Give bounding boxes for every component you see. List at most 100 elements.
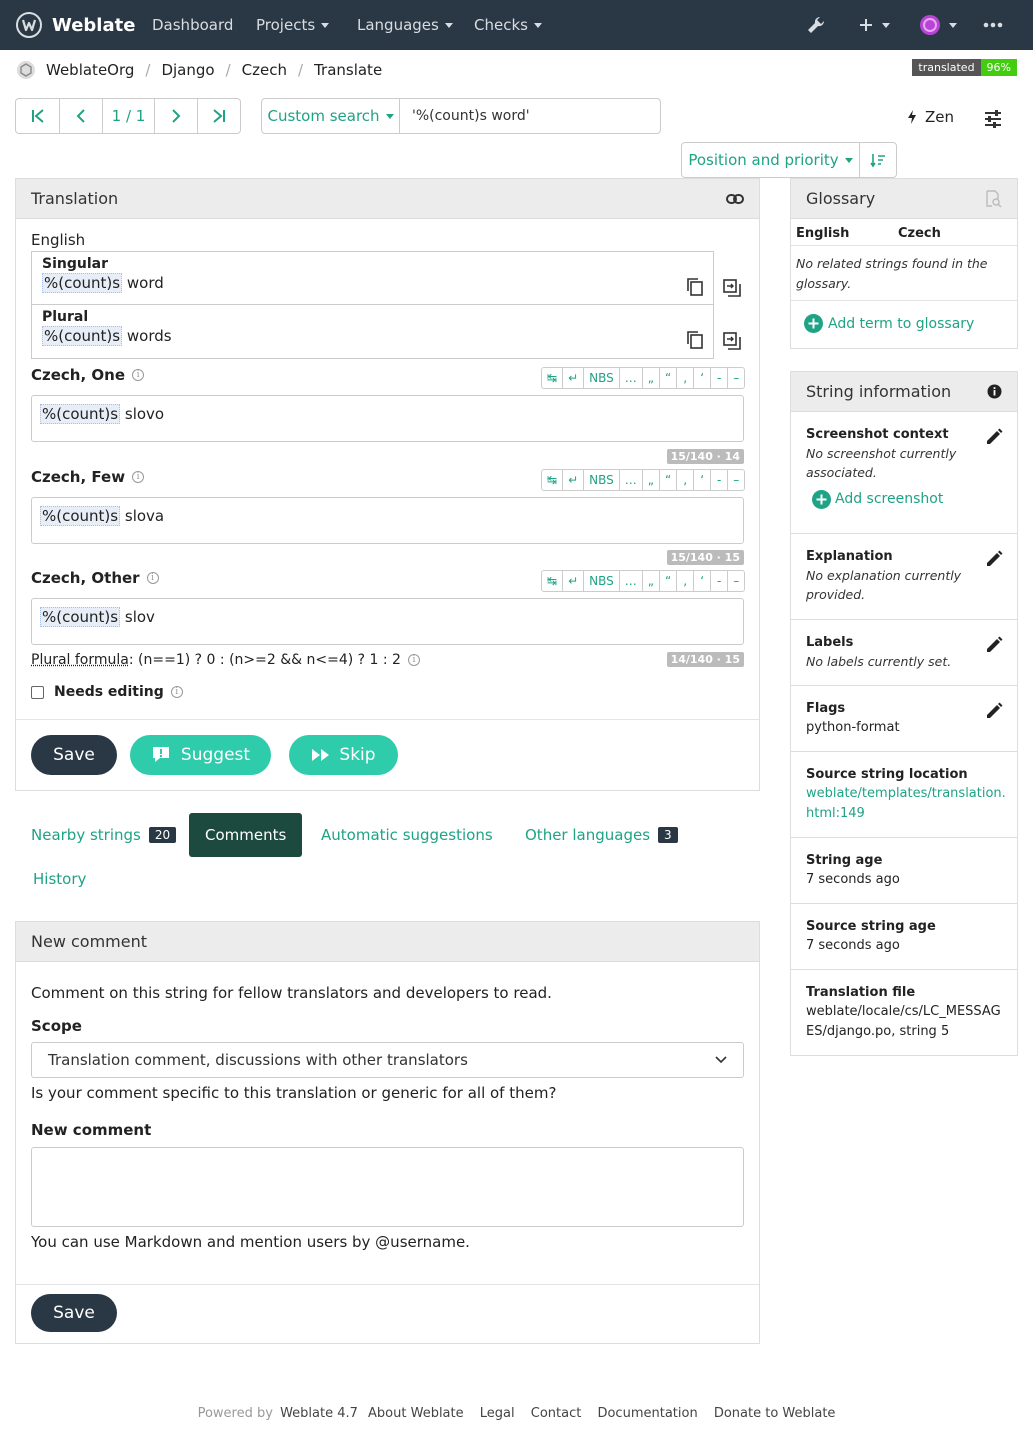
pencil-icon[interactable] (985, 702, 1003, 720)
copy-icon[interactable] (687, 278, 703, 296)
insert-single-quote-high-button[interactable]: ‘ (693, 571, 710, 591)
insert-single-quote-low-button[interactable]: ‚ (676, 470, 693, 490)
pencil-icon[interactable] (985, 428, 1003, 446)
info-icon[interactable]: i (170, 686, 183, 698)
needs-editing-label[interactable]: Needs editing (54, 684, 164, 700)
translation-other-textarea[interactable]: %(count)s slov (31, 598, 744, 645)
tab-nearby-strings[interactable]: Nearby strings 20 (31, 813, 177, 857)
insert-hyphen-button[interactable]: - (710, 368, 727, 388)
footer-donate-link[interactable]: Donate to Weblate (714, 1406, 836, 1421)
info-icon[interactable]: i (146, 572, 159, 584)
comment-save-button[interactable]: Save (31, 1294, 117, 1332)
insert-newline-button[interactable]: ↵ (562, 368, 583, 388)
clone-to-translation-icon[interactable] (723, 279, 741, 297)
insert-dash-button[interactable]: – (727, 571, 744, 591)
footer-version-link[interactable]: Weblate 4.7 (280, 1406, 358, 1421)
insert-hyphen-button[interactable]: - (710, 571, 727, 591)
more-menu-icon[interactable] (983, 0, 1003, 50)
info-icon[interactable]: i (132, 369, 145, 381)
link-icon[interactable] (726, 193, 744, 205)
insert-newline-button[interactable]: ↵ (562, 470, 583, 490)
sort-group: Position and priority (681, 142, 897, 178)
insert-dash-button[interactable]: – (727, 470, 744, 490)
search-document-icon[interactable] (984, 189, 1002, 208)
info-icon[interactable]: i (407, 654, 420, 666)
scope-select[interactable]: Translation comment, discussions with ot… (31, 1042, 744, 1078)
insert-single-quote-high-button[interactable]: ‘ (693, 368, 710, 388)
footer-about-link[interactable]: About Weblate (368, 1406, 464, 1421)
insert-quote-low-button[interactable]: „ (641, 368, 659, 388)
insert-ellipsis-button[interactable]: … (618, 470, 642, 490)
comment-textarea[interactable] (31, 1147, 744, 1227)
needs-editing-checkbox[interactable] (31, 685, 44, 699)
breadcrumb-project[interactable]: Django (161, 61, 214, 79)
status-badge[interactable]: translated 96% (912, 59, 1017, 76)
insert-single-quote-high-button[interactable]: ‘ (693, 470, 710, 490)
insert-nbsp-button[interactable]: NBS (583, 571, 619, 591)
footer-documentation-link[interactable]: Documentation (597, 1406, 697, 1421)
copy-icon[interactable] (687, 331, 703, 349)
add-screenshot-link[interactable]: Add screenshot (812, 489, 1002, 509)
insert-quote-high-button[interactable]: “ (658, 571, 676, 591)
sort-direction-button[interactable] (860, 143, 896, 177)
search-input[interactable] (400, 99, 660, 133)
add-menu[interactable] (858, 0, 890, 50)
sort-button[interactable]: Position and priority (682, 143, 860, 177)
pencil-icon[interactable] (985, 550, 1003, 568)
nav-projects[interactable]: Projects (256, 0, 330, 50)
add-term-link[interactable]: Add term to glossary (804, 314, 974, 333)
pencil-icon[interactable] (985, 636, 1003, 654)
skip-button[interactable]: Skip (289, 735, 398, 775)
insert-dash-button[interactable]: – (727, 368, 744, 388)
breadcrumb-language[interactable]: Czech (242, 61, 287, 79)
translation-file-text: weblate/locale/cs/LC_MESSAGES/django.po,… (806, 1004, 1001, 1039)
source-location-link[interactable]: weblate/templates/translation.html:149 (806, 784, 1006, 824)
insert-quote-low-button[interactable]: „ (641, 470, 659, 490)
nav-languages[interactable]: Languages (357, 0, 453, 50)
nav-dashboard[interactable]: Dashboard (152, 0, 233, 50)
insert-tab-button[interactable]: ↹ (542, 470, 562, 490)
custom-search-button[interactable]: Custom search (262, 99, 400, 133)
source-age-title: Source string age (806, 919, 936, 934)
first-button[interactable] (16, 99, 59, 133)
insert-tab-button[interactable]: ↹ (542, 368, 562, 388)
footer-legal-link[interactable]: Legal (480, 1406, 515, 1421)
insert-nbsp-button[interactable]: NBS (583, 368, 619, 388)
insert-ellipsis-button[interactable]: … (618, 368, 642, 388)
info-icon[interactable]: i (132, 471, 145, 483)
placeholder-highlight[interactable]: %(count)s (42, 326, 123, 346)
previous-button[interactable] (59, 99, 102, 133)
last-button[interactable] (197, 99, 240, 133)
breadcrumb-org[interactable]: WeblateOrg (46, 61, 134, 79)
translation-few-textarea[interactable]: %(count)s slova (31, 497, 744, 544)
info-icon[interactable] (987, 384, 1002, 399)
insert-single-quote-low-button[interactable]: ‚ (676, 571, 693, 591)
tab-other-languages[interactable]: Other languages 3 (525, 813, 678, 857)
zen-button[interactable]: Zen (906, 108, 954, 126)
insert-nbsp-button[interactable]: NBS (583, 470, 619, 490)
placeholder-highlight[interactable]: %(count)s (42, 273, 123, 293)
insert-tab-button[interactable]: ↹ (542, 571, 562, 591)
insert-quote-high-button[interactable]: “ (658, 470, 676, 490)
nav-checks[interactable]: Checks (474, 0, 542, 50)
wrench-icon[interactable] (806, 0, 826, 50)
string-information-header: String information (791, 372, 1017, 412)
insert-hyphen-button[interactable]: - (710, 470, 727, 490)
insert-quote-high-button[interactable]: “ (658, 368, 676, 388)
insert-single-quote-low-button[interactable]: ‚ (676, 368, 693, 388)
tab-automatic-suggestions[interactable]: Automatic suggestions (321, 813, 493, 857)
brand[interactable]: Weblate (16, 0, 135, 50)
save-button[interactable]: Save (31, 735, 117, 775)
user-menu[interactable] (919, 0, 957, 50)
insert-newline-button[interactable]: ↵ (562, 571, 583, 591)
translation-one-textarea[interactable]: %(count)s slovo (31, 395, 744, 442)
settings-sliders-icon[interactable] (983, 109, 1003, 133)
tab-history[interactable]: History (33, 857, 86, 901)
next-button[interactable] (154, 99, 197, 133)
footer-contact-link[interactable]: Contact (531, 1406, 582, 1421)
insert-ellipsis-button[interactable]: … (618, 571, 642, 591)
insert-quote-low-button[interactable]: „ (641, 571, 659, 591)
clone-to-translation-icon[interactable] (723, 332, 741, 350)
suggest-button[interactable]: Suggest (130, 735, 271, 775)
tab-comments[interactable]: Comments (189, 813, 303, 857)
